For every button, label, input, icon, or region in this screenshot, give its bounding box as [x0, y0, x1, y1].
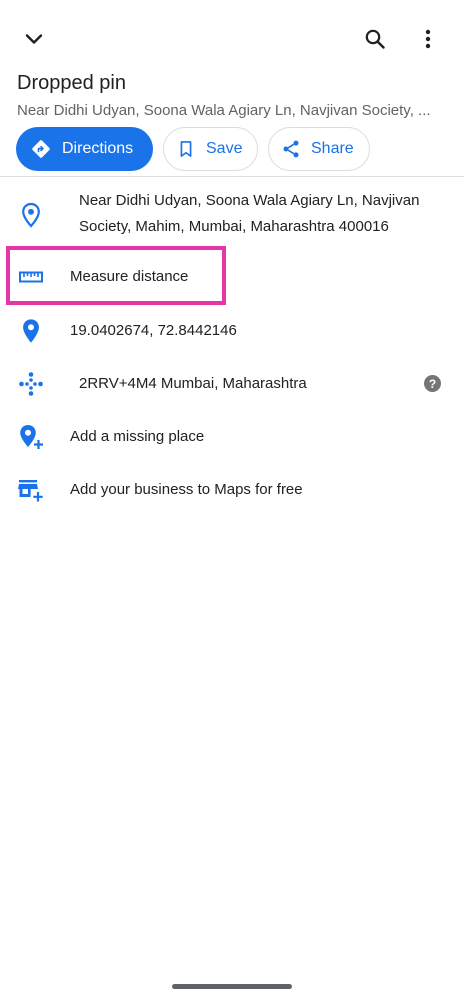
place-subtitle: Near Didhi Udyan, Soona Wala Agiary Ln, … — [17, 102, 431, 119]
collapse-button[interactable] — [16, 21, 52, 57]
add-business-row[interactable]: Add your business to Maps for free — [0, 477, 464, 503]
more-vert-icon — [425, 29, 431, 49]
address-line-1: Near Didhi Udyan, Soona Wala Agiary Ln, … — [79, 192, 420, 209]
more-options-button[interactable] — [410, 21, 446, 57]
save-button[interactable]: Save — [163, 127, 258, 171]
location-pin-outline-icon — [18, 202, 44, 228]
directions-label: Directions — [62, 140, 134, 157]
directions-button[interactable]: Directions — [16, 127, 153, 171]
action-chips: Directions Save Share — [16, 127, 370, 171]
add-location-icon — [18, 424, 44, 450]
plus-code-row[interactable]: 2RRV+4M4 Mumbai, Maharashtra — [0, 371, 464, 397]
save-label: Save — [206, 140, 243, 157]
address-text: Near Didhi Udyan, Soona Wala Agiary Ln, … — [79, 188, 439, 240]
place-title: Dropped pin — [17, 72, 126, 94]
address-line-2: Society, Mahim, Mumbai, Maharashtra 4000… — [79, 218, 389, 235]
help-icon[interactable]: ? — [424, 375, 441, 392]
location-pin-icon — [18, 318, 44, 344]
search-icon — [365, 29, 385, 49]
bookmark-icon — [176, 138, 196, 160]
gesture-bar[interactable] — [172, 984, 292, 989]
plus-code-text: 2RRV+4M4 Mumbai, Maharashtra — [79, 375, 307, 392]
search-button[interactable] — [357, 21, 393, 57]
share-icon — [281, 138, 301, 160]
share-label: Share — [311, 140, 354, 157]
top-bar — [0, 0, 464, 72]
divider — [0, 176, 464, 177]
directions-icon — [30, 138, 52, 160]
place-sheet: Dropped pin Near Didhi Udyan, Soona Wala… — [0, 0, 464, 1000]
address-row[interactable]: Near Didhi Udyan, Soona Wala Agiary Ln, … — [0, 188, 464, 242]
coordinates-row[interactable]: 19.0402674, 72.8442146 — [0, 318, 464, 344]
plus-code-icon — [18, 371, 44, 397]
highlight-box — [6, 246, 226, 305]
add-missing-place-label: Add a missing place — [70, 428, 205, 445]
add-missing-place-row[interactable]: Add a missing place — [0, 424, 464, 450]
share-button[interactable]: Share — [268, 127, 370, 171]
coordinates-text: 19.0402674, 72.8442146 — [70, 322, 237, 339]
chevron-down-icon — [25, 34, 43, 44]
add-business-label: Add your business to Maps for free — [70, 481, 303, 498]
add-business-icon — [18, 477, 44, 503]
